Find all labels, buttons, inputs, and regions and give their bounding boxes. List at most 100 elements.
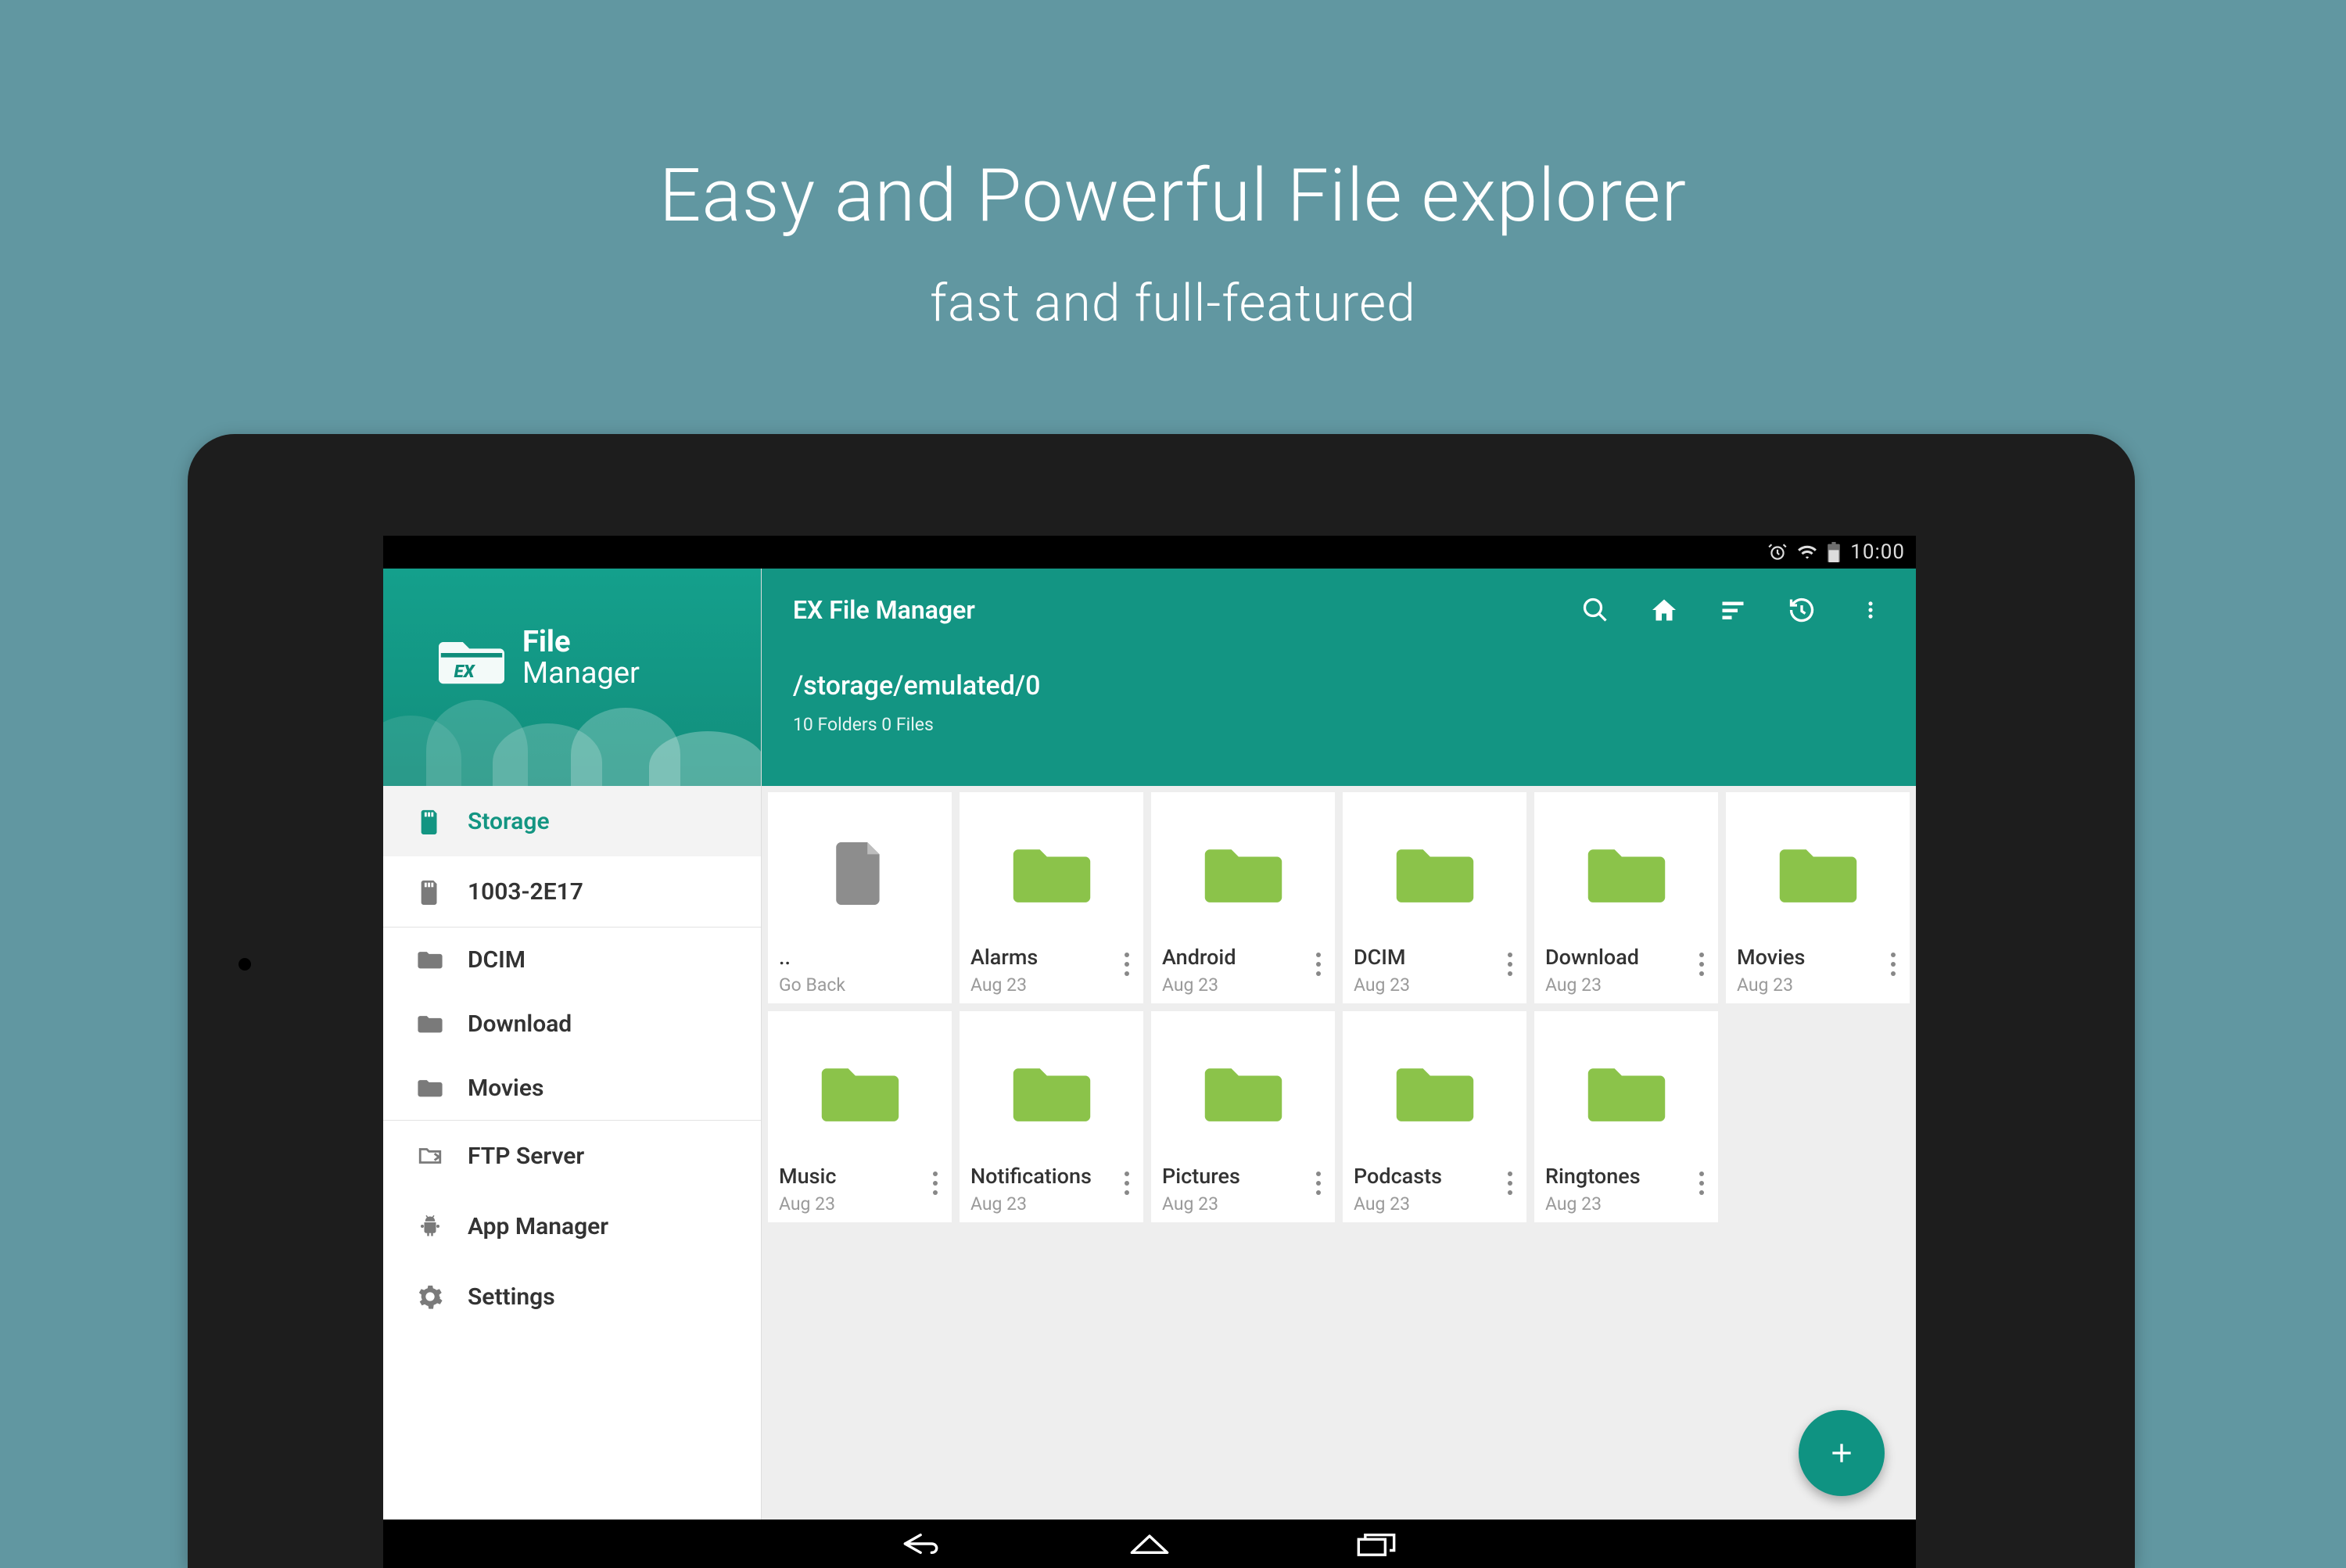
card-name: Notifications — [970, 1164, 1132, 1189]
card-name: .. — [779, 945, 941, 970]
promo-headline: Easy and Powerful File explorer — [0, 0, 2346, 239]
file-card-go-back[interactable]: .. Go Back — [768, 792, 952, 1003]
sidebar-item-1003-2e17[interactable]: 1003-2E17 — [383, 856, 761, 927]
file-card-notifications[interactable]: Notifications Aug 23 — [960, 1011, 1143, 1222]
sd-dark-icon — [414, 876, 446, 907]
tablet-camera — [239, 958, 251, 971]
sidebar-item-download[interactable]: Download — [383, 992, 761, 1056]
status-clock: 10:00 — [1850, 540, 1905, 564]
sidebar-item-app-manager[interactable]: App Manager — [383, 1191, 761, 1261]
file-card-pictures[interactable]: Pictures Aug 23 — [1151, 1011, 1335, 1222]
appbar-actions — [1580, 594, 1892, 626]
promo-subhead: fast and full-featured — [0, 239, 2346, 334]
card-menu-icon[interactable] — [924, 1160, 947, 1207]
file-card-music[interactable]: Music Aug 23 — [768, 1011, 952, 1222]
tablet-frame: 10:00 EX File Manager — [188, 434, 2135, 1568]
folder-icon — [779, 1021, 941, 1164]
sort-icon[interactable] — [1717, 594, 1749, 626]
file-card-dcim[interactable]: DCIM Aug 23 — [1343, 792, 1526, 1003]
path-breadcrumb[interactable]: /storage/emulated/0 — [793, 670, 1892, 701]
file-card-alarms[interactable]: Alarms Aug 23 — [960, 792, 1143, 1003]
sidebar-item-dcim[interactable]: DCIM — [383, 928, 761, 992]
sidebar-item-settings[interactable]: Settings — [383, 1261, 761, 1332]
card-date: Aug 23 — [1737, 974, 1899, 996]
folder-summary: 10 Folders 0 Files — [793, 714, 1892, 735]
home-icon[interactable] — [1648, 594, 1680, 626]
card-menu-icon[interactable] — [1690, 941, 1713, 988]
folder-icon — [414, 1008, 446, 1039]
card-name: Podcasts — [1354, 1164, 1516, 1189]
battery-icon — [1827, 542, 1841, 562]
overflow-menu-icon[interactable] — [1855, 594, 1886, 626]
card-name: Android — [1162, 945, 1324, 970]
card-date: Go Back — [779, 974, 941, 996]
app-logo-text: File Manager — [522, 627, 640, 690]
app-title: EX File Manager — [793, 595, 975, 625]
sidebar-item-movies[interactable]: Movies — [383, 1056, 761, 1120]
ftp-icon — [414, 1140, 446, 1172]
card-menu-icon[interactable] — [1881, 941, 1905, 988]
file-card-movies[interactable]: Movies Aug 23 — [1726, 792, 1910, 1003]
file-grid-wrap: .. Go Back Alarms Aug 23 Android Aug 23 … — [762, 786, 1916, 1520]
android-icon — [414, 1211, 446, 1242]
alarm-icon — [1767, 542, 1788, 562]
folder-icon — [1737, 802, 1899, 945]
folder-icon — [1354, 1021, 1516, 1164]
file-icon — [779, 802, 941, 945]
search-icon[interactable] — [1580, 594, 1611, 626]
fab-add-button[interactable] — [1799, 1410, 1885, 1496]
card-name: Music — [779, 1164, 941, 1189]
card-date: Aug 23 — [970, 974, 1132, 996]
file-card-ringtones[interactable]: Ringtones Aug 23 — [1534, 1011, 1718, 1222]
sidebar-item-label: Storage — [468, 808, 550, 835]
card-menu-icon[interactable] — [1498, 941, 1522, 988]
card-menu-icon[interactable] — [1307, 1160, 1330, 1207]
card-date: Aug 23 — [1354, 974, 1516, 996]
main-panel: EX File Manager /storage/emulated/0 10 F… — [762, 569, 1916, 1520]
sidebar-item-label: Download — [468, 1010, 572, 1038]
sidebar-item-label: DCIM — [468, 946, 526, 974]
folder-icon — [1162, 802, 1324, 945]
file-card-podcasts[interactable]: Podcasts Aug 23 — [1343, 1011, 1526, 1222]
folder-icon — [414, 944, 446, 975]
card-name: Ringtones — [1545, 1164, 1707, 1189]
file-card-android[interactable]: Android Aug 23 — [1151, 792, 1335, 1003]
status-bar: 10:00 — [383, 536, 1916, 569]
sidebar-item-ftp-server[interactable]: FTP Server — [383, 1121, 761, 1191]
tablet-screen: 10:00 EX File Manager — [383, 536, 1916, 1568]
card-date: Aug 23 — [1545, 974, 1707, 996]
nav-back-button[interactable] — [895, 1528, 950, 1559]
app-logo-icon: EX — [438, 631, 505, 686]
history-icon[interactable] — [1786, 594, 1817, 626]
folder-icon — [1545, 1021, 1707, 1164]
sidebar-item-storage[interactable]: Storage — [383, 786, 761, 856]
card-menu-icon[interactable] — [1115, 1160, 1139, 1207]
card-date: Aug 23 — [1162, 974, 1324, 996]
folder-icon — [414, 1072, 446, 1103]
folder-icon — [1162, 1021, 1324, 1164]
nav-home-button[interactable] — [1122, 1528, 1177, 1559]
card-date: Aug 23 — [1162, 1193, 1324, 1215]
folder-icon — [970, 1021, 1132, 1164]
file-card-download[interactable]: Download Aug 23 — [1534, 792, 1718, 1003]
sidebar-item-label: FTP Server — [468, 1143, 584, 1170]
sidebar-item-label: Movies — [468, 1075, 543, 1102]
card-name: Movies — [1737, 945, 1899, 970]
nav-recents-button[interactable] — [1349, 1528, 1404, 1559]
card-menu-icon[interactable] — [1115, 941, 1139, 988]
sidebar-item-label: Settings — [468, 1283, 555, 1311]
card-date: Aug 23 — [1545, 1193, 1707, 1215]
card-menu-icon[interactable] — [1498, 1160, 1522, 1207]
android-nav-bar — [383, 1520, 1916, 1568]
card-name: DCIM — [1354, 945, 1516, 970]
folder-icon — [1354, 802, 1516, 945]
card-date: Aug 23 — [970, 1193, 1132, 1215]
folder-icon — [1545, 802, 1707, 945]
card-menu-icon[interactable] — [1690, 1160, 1713, 1207]
card-menu-icon[interactable] — [1307, 941, 1330, 988]
app-window: EX File Manager Storage 1003-2E17 DCIM Down… — [383, 569, 1916, 1520]
sidebar: EX File Manager Storage 1003-2E17 DCIM Down… — [383, 569, 762, 1520]
sidebar-item-label: App Manager — [468, 1213, 608, 1240]
decorative-clouds — [383, 708, 761, 786]
folder-icon — [970, 802, 1132, 945]
